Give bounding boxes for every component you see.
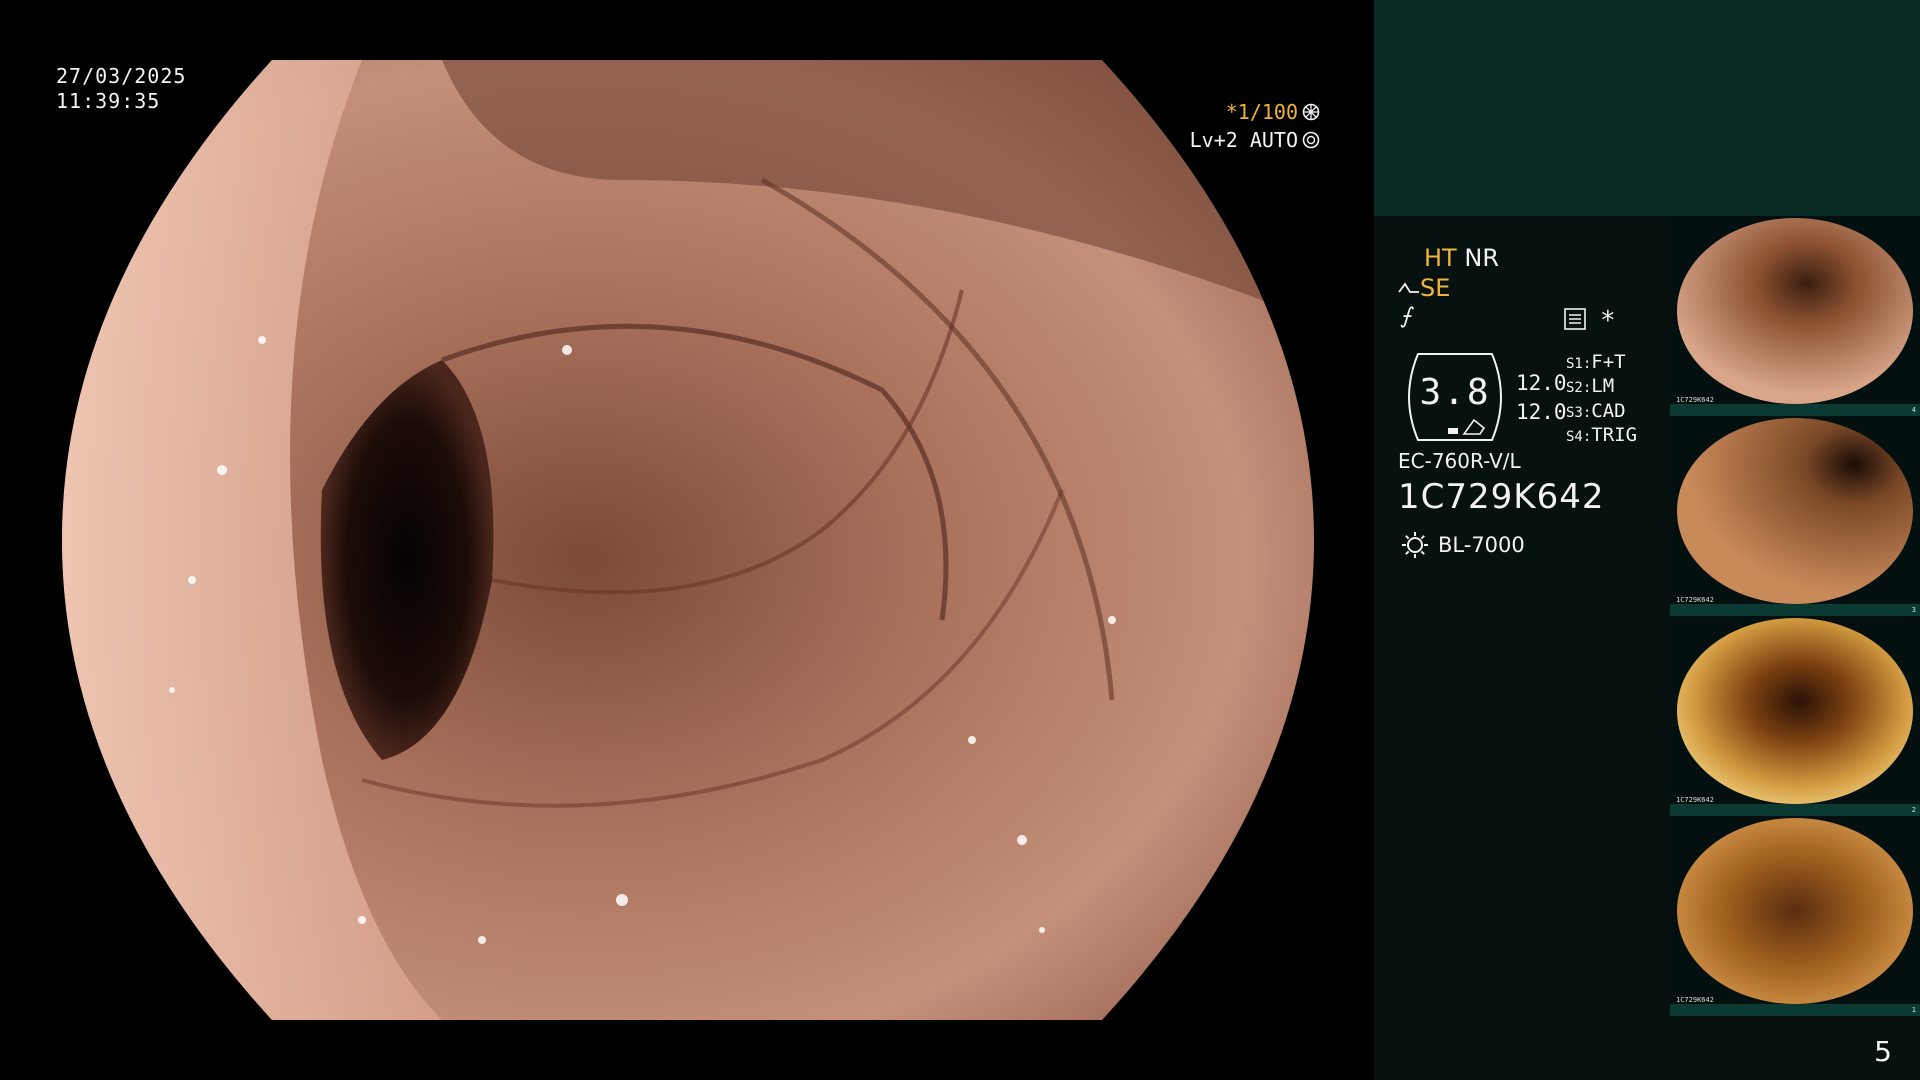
thumbnail-image (1677, 618, 1913, 804)
ratio-value-1: 12.0 (1516, 371, 1567, 395)
capture-thumbnail-4[interactable]: 1C729K642 1 (1670, 816, 1920, 1016)
iris-icon (1302, 131, 1320, 149)
switch-s2: S2:LM (1566, 375, 1615, 397)
ratio-value-2: 12.0 (1516, 400, 1567, 424)
nr-label: NR (1464, 244, 1499, 272)
thumbnail-footer (1670, 604, 1920, 616)
scope-serial: 1C729K642 (1398, 477, 1605, 517)
ht-nr-indicator: HT NR (1424, 244, 1499, 272)
record-icon (1564, 308, 1586, 330)
thumbnail-footer (1670, 404, 1920, 416)
shutter-speed: *1/100 (1225, 100, 1298, 124)
star-indicator: * (1600, 306, 1616, 336)
thumbnail-footer (1670, 804, 1920, 816)
f-symbol: ⨍ (1400, 304, 1412, 329)
capture-thumbnail-2[interactable]: 1C729K642 3 (1670, 416, 1920, 616)
capture-thumbnail-3[interactable]: 1C729K642 2 (1670, 616, 1920, 816)
page-number: 5 (1874, 1035, 1892, 1068)
panel-header-block (1374, 0, 1920, 216)
capture-thumbnail-1[interactable]: 1C729K642 4 (1670, 216, 1920, 416)
thumbnail-image (1677, 418, 1913, 604)
thumbnail-image (1677, 218, 1913, 404)
light-source-icon (1402, 532, 1428, 558)
light-source-label: BL-7000 (1438, 533, 1525, 557)
thumbnail-footer (1670, 1004, 1920, 1016)
shutter-icon (1302, 103, 1320, 121)
zoom-value: 3.8 (1419, 372, 1491, 413)
iris-level: Lv+2 AUTO (1189, 128, 1298, 152)
exposure-settings: *1/100 Lv+2 AUTO (1190, 98, 1320, 154)
se-label: SE (1420, 274, 1451, 302)
switch-s4: S4:TRIG (1566, 424, 1638, 446)
scope-model: EC-760R-V/L (1398, 449, 1521, 473)
se-indicator: SE (1398, 274, 1450, 302)
switch-s3: S3:CAD (1566, 400, 1626, 422)
endoscope-image (62, 60, 1314, 1020)
switch-s1: S1:F+T (1566, 351, 1626, 373)
ht-label: HT (1424, 244, 1457, 272)
thumbnail-image (1677, 818, 1913, 1004)
enhancement-icon (1398, 282, 1419, 293)
